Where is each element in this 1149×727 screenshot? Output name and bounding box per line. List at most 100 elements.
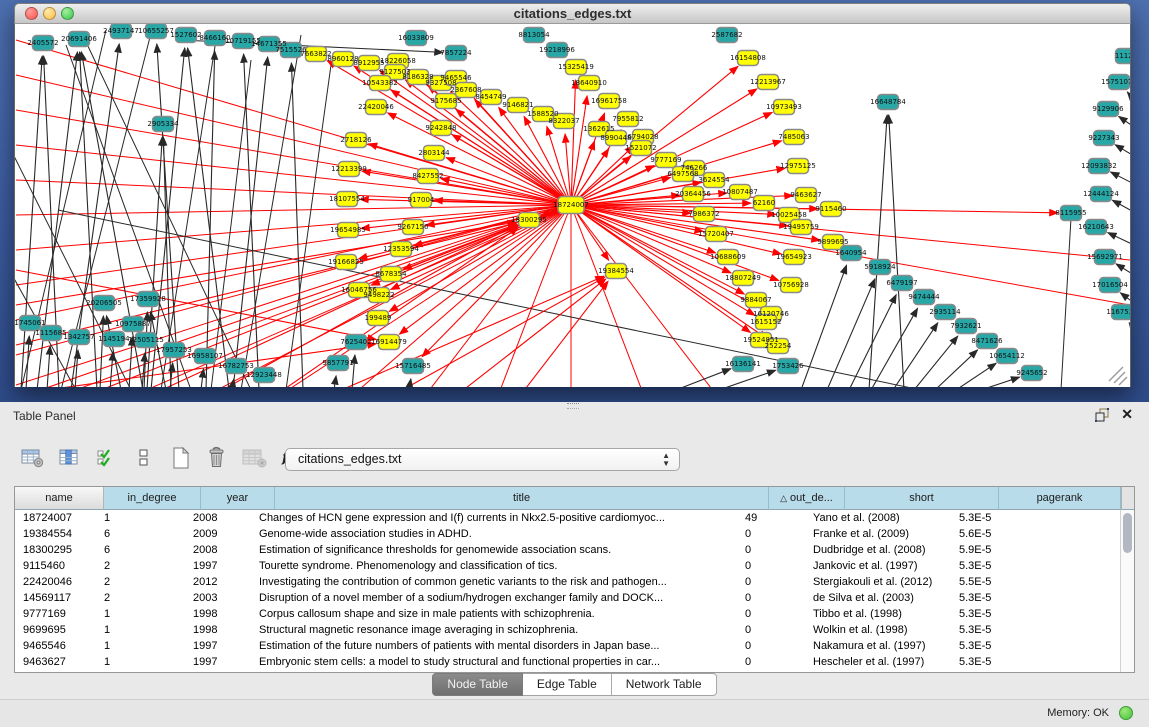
table-row[interactable]: 946554611997Estimation of the future num…: [15, 638, 1134, 654]
table-cell[interactable]: 1: [96, 638, 185, 654]
table-row[interactable]: 1938455462009Genome-wide association stu…: [15, 526, 1134, 542]
table-cell[interactable]: Yano et al. (2008): [805, 510, 951, 526]
table-cell[interactable]: 18300295: [15, 542, 96, 558]
table-cell[interactable]: Jankovic et al. (1997): [805, 558, 951, 574]
table-cell[interactable]: 5.3E-5: [951, 622, 1065, 638]
table-cell[interactable]: 2: [96, 558, 185, 574]
table-cell[interactable]: 22420046: [15, 574, 96, 590]
table-cell[interactable]: 9463627: [15, 654, 96, 670]
table-row[interactable]: 1872400712008Changes of HCN gene express…: [15, 510, 1134, 526]
table-cell[interactable]: 0: [737, 558, 805, 574]
table-cell[interactable]: 2: [96, 590, 185, 606]
table-cell[interactable]: 2008: [185, 510, 251, 526]
column-header-name[interactable]: name: [15, 487, 104, 510]
table-cell[interactable]: Nakamura et al. (1997): [805, 638, 951, 654]
table-cell[interactable]: Changes of HCN gene expression and I(f) …: [251, 510, 737, 526]
table-cell[interactable]: 1: [96, 510, 185, 526]
table-cell[interactable]: 9699695: [15, 622, 96, 638]
table-row[interactable]: 2242004622012Investigating the contribut…: [15, 574, 1134, 590]
table-cell[interactable]: 5.3E-5: [951, 638, 1065, 654]
table-row[interactable]: 911546021997Tourette syndrome. Phenomeno…: [15, 558, 1134, 574]
table-row[interactable]: 1830029562008Estimation of significance …: [15, 542, 1134, 558]
table-cell[interactable]: 2: [96, 574, 185, 590]
table-cell[interactable]: Disruption of a novel member of a sodium…: [251, 590, 737, 606]
table-cell[interactable]: 9777169: [15, 606, 96, 622]
column-header-year[interactable]: year: [201, 487, 275, 510]
float-panel-icon[interactable]: [1095, 408, 1111, 423]
table-cell[interactable]: Hescheler et al. (1997): [805, 654, 951, 670]
table-cell[interactable]: 14569117: [15, 590, 96, 606]
table-cell[interactable]: 18724007: [15, 510, 96, 526]
table-cell[interactable]: 49: [737, 510, 805, 526]
table-scrollbar[interactable]: [1120, 510, 1134, 672]
table-cell[interactable]: 0: [737, 526, 805, 542]
table-cell[interactable]: 5.6E-5: [951, 526, 1065, 542]
table-cell[interactable]: Investigating the contribution of common…: [251, 574, 737, 590]
table-cell[interactable]: 5.3E-5: [951, 654, 1065, 670]
table-cell[interactable]: Wolkin et al. (1998): [805, 622, 951, 638]
tab-node-table[interactable]: Node Table: [432, 673, 523, 696]
column-header-title[interactable]: title: [275, 487, 769, 510]
zoom-button[interactable]: [61, 7, 74, 20]
new-document-icon[interactable]: [168, 446, 194, 470]
table-cell[interactable]: 5.3E-5: [951, 590, 1065, 606]
column-header-in-degree[interactable]: in_degree: [104, 487, 201, 510]
table-cell[interactable]: Estimation of significance thresholds fo…: [251, 542, 737, 558]
table-cell[interactable]: Tourette syndrome. Phenomenology and cla…: [251, 558, 737, 574]
table-cell[interactable]: Stergiakouli et al. (2012): [805, 574, 951, 590]
merge-rows-icon[interactable]: [131, 446, 157, 470]
network-window-titlebar[interactable]: citations_edges.txt: [14, 3, 1131, 24]
table-cell[interactable]: de Silva et al. (2003): [805, 590, 951, 606]
close-panel-icon[interactable]: ✕: [1121, 406, 1133, 423]
network-graph[interactable]: 1872400776638228960128891295518226058912…: [15, 24, 1130, 387]
table-cell[interactable]: 1998: [185, 622, 251, 638]
table-cell[interactable]: Dudbridge et al. (2008): [805, 542, 951, 558]
table-cell[interactable]: Tibbo et al. (1998): [805, 606, 951, 622]
table-cell[interactable]: 0: [737, 606, 805, 622]
table-cell[interactable]: 1997: [185, 558, 251, 574]
table-settings-icon[interactable]: [20, 446, 46, 470]
table-cell[interactable]: 6: [96, 542, 185, 558]
table-cell[interactable]: 0: [737, 590, 805, 606]
table-cell[interactable]: 1997: [185, 638, 251, 654]
table-row[interactable]: 969969511998Structural magnetic resonanc…: [15, 622, 1134, 638]
table-cell[interactable]: Embryonic stem cells: a model to study s…: [251, 654, 737, 670]
table-cell[interactable]: 1: [96, 606, 185, 622]
table-cell[interactable]: 1: [96, 622, 185, 638]
table-cell[interactable]: 5.3E-5: [951, 510, 1065, 526]
table-row[interactable]: 946362711997Embryonic stem cells: a mode…: [15, 654, 1134, 670]
tab-network-table[interactable]: Network Table: [612, 673, 717, 696]
table-cell[interactable]: 0: [737, 638, 805, 654]
select-rows-icon[interactable]: [94, 446, 120, 470]
table-cell[interactable]: Estimation of the future numbers of pati…: [251, 638, 737, 654]
table-cell[interactable]: 2008: [185, 542, 251, 558]
close-button[interactable]: [25, 7, 38, 20]
column-header-pagerank[interactable]: pagerank: [999, 487, 1121, 510]
delete-icon[interactable]: [205, 446, 231, 470]
table-cell[interactable]: 0: [737, 574, 805, 590]
table-cell[interactable]: Structural magnetic resonance image aver…: [251, 622, 737, 638]
tab-edge-table[interactable]: Edge Table: [523, 673, 612, 696]
table-cell[interactable]: 1: [96, 654, 185, 670]
table-cell[interactable]: 1997: [185, 654, 251, 670]
table-cell[interactable]: 5.3E-5: [951, 558, 1065, 574]
table-scrollbar-thumb[interactable]: [1123, 513, 1132, 553]
table-cell[interactable]: 9115460: [15, 558, 96, 574]
table-cell[interactable]: 2009: [185, 526, 251, 542]
table-cell[interactable]: 5.5E-5: [951, 574, 1065, 590]
column-header-short[interactable]: short: [845, 487, 999, 510]
table-cell[interactable]: 9465546: [15, 638, 96, 654]
table-cell[interactable]: 0: [737, 654, 805, 670]
minimize-button[interactable]: [43, 7, 56, 20]
table-cell[interactable]: 2003: [185, 590, 251, 606]
table-cell[interactable]: 5.9E-5: [951, 542, 1065, 558]
table-cell[interactable]: 0: [737, 622, 805, 638]
column-header-out-de-[interactable]: △out_de...: [769, 487, 845, 510]
table-selector-dropdown[interactable]: citations_edges.txt ▲▼: [285, 448, 680, 471]
table-cell[interactable]: 2012: [185, 574, 251, 590]
table-cell[interactable]: 5.3E-5: [951, 606, 1065, 622]
table-cell[interactable]: Franke et al. (2009): [805, 526, 951, 542]
table-cell[interactable]: 6: [96, 526, 185, 542]
table-cell[interactable]: 0: [737, 542, 805, 558]
table-row[interactable]: 977716911998Corpus callosum shape and si…: [15, 606, 1134, 622]
